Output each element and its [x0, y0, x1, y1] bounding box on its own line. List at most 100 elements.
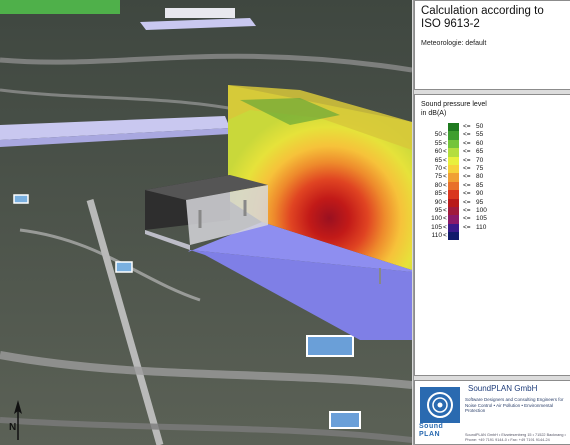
logo-wordmark: Sound PLAN: [419, 423, 443, 439]
legend-row: 60 < <= 65: [421, 148, 564, 157]
legend-row: 110 <: [421, 232, 564, 241]
legend-lower-bound: 95: [434, 206, 442, 214]
legend-unit: in dB(A): [421, 110, 447, 117]
legend-lower-bound: 65: [434, 156, 442, 164]
receiver-marker: [115, 261, 133, 273]
legend-upper-bound: 90: [476, 190, 484, 198]
legend-less-equal: <=: [463, 198, 471, 206]
legend-heading: Sound pressure level: [421, 101, 487, 108]
legend-row: 75 < <= 80: [421, 173, 564, 182]
legend-swatch: [448, 215, 459, 224]
legend-less-than: <: [443, 148, 447, 156]
legend-less-than: <: [443, 232, 447, 240]
info-panel: Calculation according to ISO 9613-2 Mete…: [413, 0, 570, 445]
legend-less-than: <: [443, 139, 447, 147]
legend-less-than: <: [443, 181, 447, 189]
legend-swatch: [448, 232, 459, 241]
legend-lower-bound: 80: [434, 181, 442, 189]
legend-swatch: [448, 148, 459, 157]
legend-row: 55 < <= 60: [421, 139, 564, 149]
legend-swatch: [448, 206, 459, 216]
legend-less-equal: <=: [463, 139, 471, 147]
legend-less-equal: <=: [463, 164, 471, 172]
legend-upper-bound: 110: [476, 223, 487, 231]
legend-less-equal: <=: [463, 190, 471, 198]
legend-upper-bound: 75: [476, 164, 484, 172]
legend-swatch: [448, 156, 459, 165]
receiver-marker: [306, 335, 354, 357]
legend-row: 80 < <= 85: [421, 181, 564, 191]
legend-swatch: [448, 198, 459, 207]
legend-upper-bound: 60: [476, 139, 484, 147]
legend-swatch: [448, 131, 459, 140]
3d-noise-scene[interactable]: N: [0, 0, 412, 445]
legend-less-than: <: [443, 223, 447, 231]
legend-lower-bound: 50: [434, 131, 442, 139]
legend-less-than: <: [443, 206, 447, 214]
legend-row: 65 < <= 70: [421, 156, 564, 165]
soundplan-logo-icon: [420, 387, 460, 423]
legend-less-than: <: [443, 131, 447, 139]
north-arrow-icon: [14, 400, 22, 440]
legend-lower-bound: 100: [431, 215, 442, 223]
legend-upper-bound: 70: [476, 156, 484, 164]
legend-less-equal: <=: [463, 156, 471, 164]
legend-less-than: <: [443, 156, 447, 164]
legend-less-equal: <=: [463, 223, 471, 231]
legend-less-equal: <=: [463, 206, 471, 214]
scene-graphic: [0, 0, 412, 445]
legend-lower-bound: 90: [434, 198, 442, 206]
logo-word-bottom: PLAN: [419, 431, 441, 438]
soundplan-view: N Calculation according to ISO 9613-2 Me…: [0, 0, 570, 445]
legend-upper-bound: 55: [476, 131, 484, 139]
legend-less-equal: <=: [463, 123, 471, 130]
legend-lower-bound: 60: [434, 148, 442, 156]
calculation-title: Calculation according to ISO 9613-2: [421, 5, 544, 30]
legend-row: 100 < <= 105: [421, 215, 564, 224]
meteorology-label: Meteorologie: default: [421, 40, 487, 47]
legend-lower-bound: 105: [431, 223, 442, 231]
company-contact: SoundPLAN GmbH • Etzwiesenberg 15 • 7152…: [465, 433, 566, 442]
legend-upper-bound: 95: [476, 198, 484, 206]
legend-swatch: [448, 223, 459, 233]
legend-swatch: [448, 190, 459, 199]
legend-less-equal: <=: [463, 173, 471, 181]
legend-row: 95 < <= 100: [421, 206, 564, 216]
legend-less-equal: <=: [463, 181, 471, 189]
legend-swatch: [448, 181, 459, 191]
legend-less-equal: <=: [463, 215, 471, 223]
legend-row: 70 < <= 75: [421, 164, 564, 174]
receiver-marker: [13, 194, 29, 204]
legend-row: <= 50: [421, 123, 564, 132]
north-label: N: [9, 422, 17, 433]
legend-less-than: <: [443, 173, 447, 181]
legend-upper-bound: 85: [476, 181, 484, 189]
legend-lower-bound: 55: [434, 139, 442, 147]
legend-row: 50 < <= 55: [421, 131, 564, 140]
company-tagline: Software Designers and Consulting Engine…: [465, 397, 564, 414]
building: [165, 8, 235, 18]
north-arrow: N: [6, 398, 30, 442]
legend-row: 105 < <= 110: [421, 223, 564, 233]
company-name: SoundPLAN GmbH: [468, 384, 538, 393]
legend-upper-bound: 65: [476, 148, 484, 156]
legend-row: 90 < <= 95: [421, 198, 564, 207]
legend-less-equal: <=: [463, 148, 471, 156]
legend-swatch: [448, 164, 459, 174]
legend-swatch: [448, 123, 459, 132]
legend-lower-bound: 75: [434, 173, 442, 181]
legend-less-than: <: [443, 190, 447, 198]
legend-upper-bound: 105: [476, 215, 487, 223]
legend-less-than: <: [443, 215, 447, 223]
legend-less-equal: <=: [463, 131, 471, 139]
legend-lower-bound: 70: [434, 164, 442, 172]
legend-upper-bound: 80: [476, 173, 484, 181]
company-block: Sound PLAN SoundPLAN GmbH Software Desig…: [414, 380, 570, 445]
legend-upper-bound: 100: [476, 206, 487, 214]
legend-lower-bound: 85: [434, 190, 442, 198]
legend-lower-bound: 110: [431, 232, 442, 240]
legend-less-than: <: [443, 198, 447, 206]
title-block: Calculation according to ISO 9613-2 Mete…: [414, 0, 570, 90]
legend-row: 85 < <= 90: [421, 190, 564, 199]
legend-swatch: [448, 173, 459, 182]
